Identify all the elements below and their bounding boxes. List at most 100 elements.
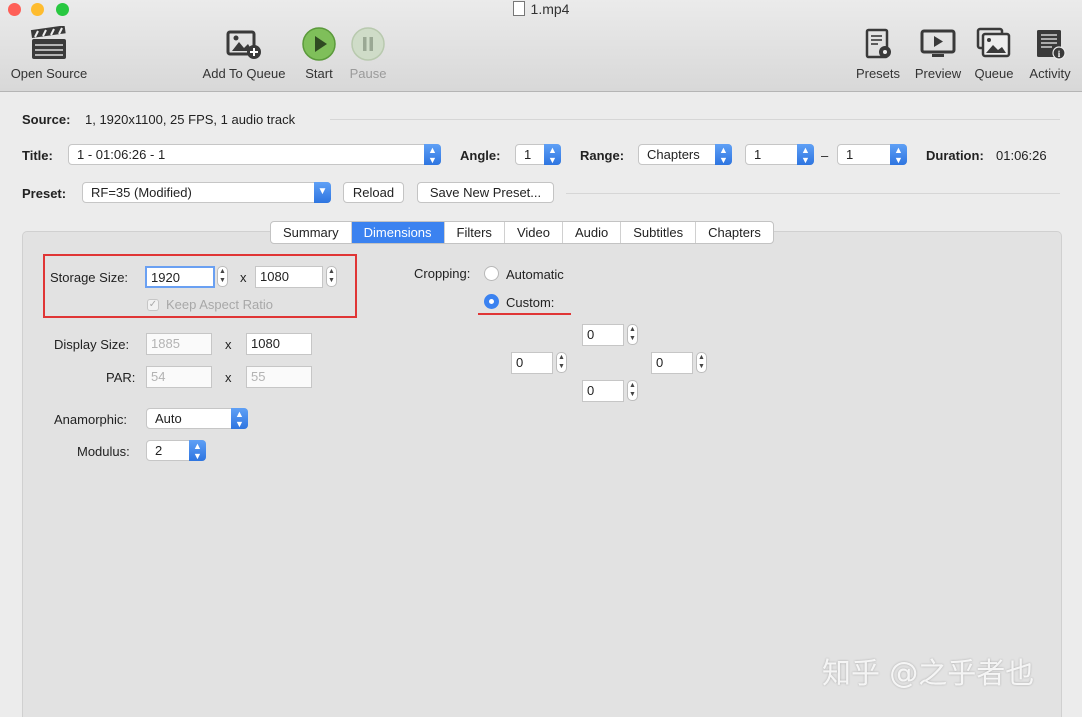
window-title-text: 1.mp4 [530,1,570,17]
storage-size-label: Storage Size: [50,270,129,285]
chevron-updown-icon: ▲ ▼ [424,144,441,165]
storage-width-stepper[interactable]: ▲ ▼ [217,266,228,287]
modulus-value: 2 [155,443,163,458]
title-select[interactable]: 1 - 01:06:26 - 1 ▲ ▼ [68,144,441,165]
crop-right-input[interactable]: 0 [651,352,693,374]
range-end-select[interactable]: 1 ▲ ▼ [837,144,907,165]
keep-aspect-label: Keep Aspect Ratio [166,297,273,312]
start-button[interactable]: Start [299,26,339,81]
range-separator: – [821,148,829,163]
add-to-queue-label: Add To Queue [202,66,286,81]
range-type-value: Chapters [647,147,700,162]
par-height-input[interactable]: 55 [246,366,312,388]
crop-left-input[interactable]: 0 [511,352,553,374]
anamorphic-value: Auto [155,411,182,426]
crop-right-stepper[interactable]: ▲ ▼ [696,352,707,373]
storage-height-input[interactable]: 1080 [255,266,323,288]
crop-bottom-stepper[interactable]: ▲ ▼ [627,380,638,401]
add-photo-icon [226,30,261,59]
anamorphic-select[interactable]: Auto ▲ ▼ [146,408,248,429]
angle-label: Angle: [460,148,501,163]
crop-custom-radio[interactable] [484,294,499,309]
crop-automatic-radio[interactable] [484,266,499,281]
par-x: x [225,370,232,385]
par-label: PAR: [106,370,136,385]
display-x: x [225,337,232,352]
tab-video[interactable]: Video [505,222,563,243]
document-icon [512,1,525,16]
tab-summary[interactable]: Summary [271,222,352,243]
tab-subtitles[interactable]: Subtitles [621,222,697,243]
keep-aspect-checkbox[interactable]: ✓ [147,299,159,311]
angle-select[interactable]: 1 ▲ ▼ [515,144,561,165]
activity-log-icon: i [1037,30,1066,60]
range-label: Range: [580,148,625,163]
tab-filters[interactable]: Filters [445,222,505,243]
open-source-button[interactable]: Open Source [4,26,94,81]
add-to-queue-button[interactable]: Add To Queue [196,26,292,81]
crop-custom-label: Custom: [506,295,555,310]
preset-select[interactable]: RF=35 (Modified) ▼ [82,182,331,203]
crop-bottom-input[interactable]: 0 [582,380,624,402]
tab-audio[interactable]: Audio [563,222,622,243]
crop-left-stepper[interactable]: ▲ ▼ [556,352,567,373]
presets-button[interactable]: Presets [852,26,904,81]
presets-gear-icon [865,28,891,59]
open-source-label: Open Source [10,66,88,81]
preview-label: Preview [914,66,962,81]
queue-button[interactable]: Queue [970,26,1018,81]
source-value: 1, 1920x1100, 25 FPS, 1 audio track [85,112,296,127]
chevron-updown-icon: ▲ ▼ [890,144,907,165]
source-label: Source: [22,112,71,127]
watermark: 知乎 @之乎者也 [822,656,1035,690]
chevron-updown-icon: ▲ ▼ [231,408,248,429]
storage-width-input[interactable]: 1920 [145,266,215,288]
storage-height-stepper[interactable]: ▲ ▼ [326,266,337,287]
activity-button[interactable]: i Activity [1022,26,1078,81]
reload-button[interactable]: Reload [343,182,404,203]
duration-value: 01:06:26 [996,148,1047,163]
window-toolbar: 1.mp4 Open Source Add To Queue Start Pau… [0,0,1082,92]
display-size-label: Display Size: [54,337,130,352]
display-width-input[interactable]: 1885 [146,333,212,355]
title-label: Title: [22,148,53,163]
duration-label: Duration: [926,148,984,163]
pause-button[interactable]: Pause [346,26,390,81]
chevron-updown-icon: ▲ ▼ [189,440,206,461]
tab-dimensions[interactable]: Dimensions [351,222,445,243]
range-type-select[interactable]: Chapters ▲ ▼ [638,144,732,165]
tab-bar: Summary Dimensions Filters Video Audio S… [270,221,774,244]
crop-top-stepper[interactable]: ▲ ▼ [627,324,638,345]
range-start-value: 1 [754,147,762,162]
monitor-play-icon [920,29,956,57]
clapperboard-icon [30,26,66,59]
angle-select-value: 1 [524,147,532,162]
activity-label: Activity [1029,66,1071,81]
range-start-select[interactable]: 1 ▲ ▼ [745,144,814,165]
queue-label: Queue [974,66,1014,81]
chevron-updown-icon: ▲ ▼ [797,144,814,165]
storage-x: x [240,270,247,285]
crop-top-input[interactable]: 0 [582,324,624,346]
modulus-select[interactable]: 2 ▲ ▼ [146,440,206,461]
cropping-label: Cropping: [414,266,471,281]
preview-button[interactable]: Preview [910,26,966,81]
pause-icon [351,27,385,61]
photo-stack-icon [976,27,1011,58]
preset-select-value: RF=35 (Modified) [91,185,192,200]
chevron-updown-icon: ▲ ▼ [715,144,732,165]
display-height-input[interactable]: 1080 [246,333,312,355]
modulus-label: Modulus: [77,444,130,459]
start-label: Start [305,66,333,81]
range-end-value: 1 [846,147,854,162]
presets-label: Presets [855,66,901,81]
window-title: 1.mp4 [0,1,1082,17]
tab-chapters[interactable]: Chapters [696,222,773,243]
custom-underline [478,313,571,315]
preset-divider [566,193,1060,194]
pause-label: Pause [349,66,387,81]
par-width-input[interactable]: 54 [146,366,212,388]
preset-label: Preset: [22,186,67,201]
save-new-preset-button[interactable]: Save New Preset... [417,182,554,203]
crop-automatic-label: Automatic [506,267,564,282]
